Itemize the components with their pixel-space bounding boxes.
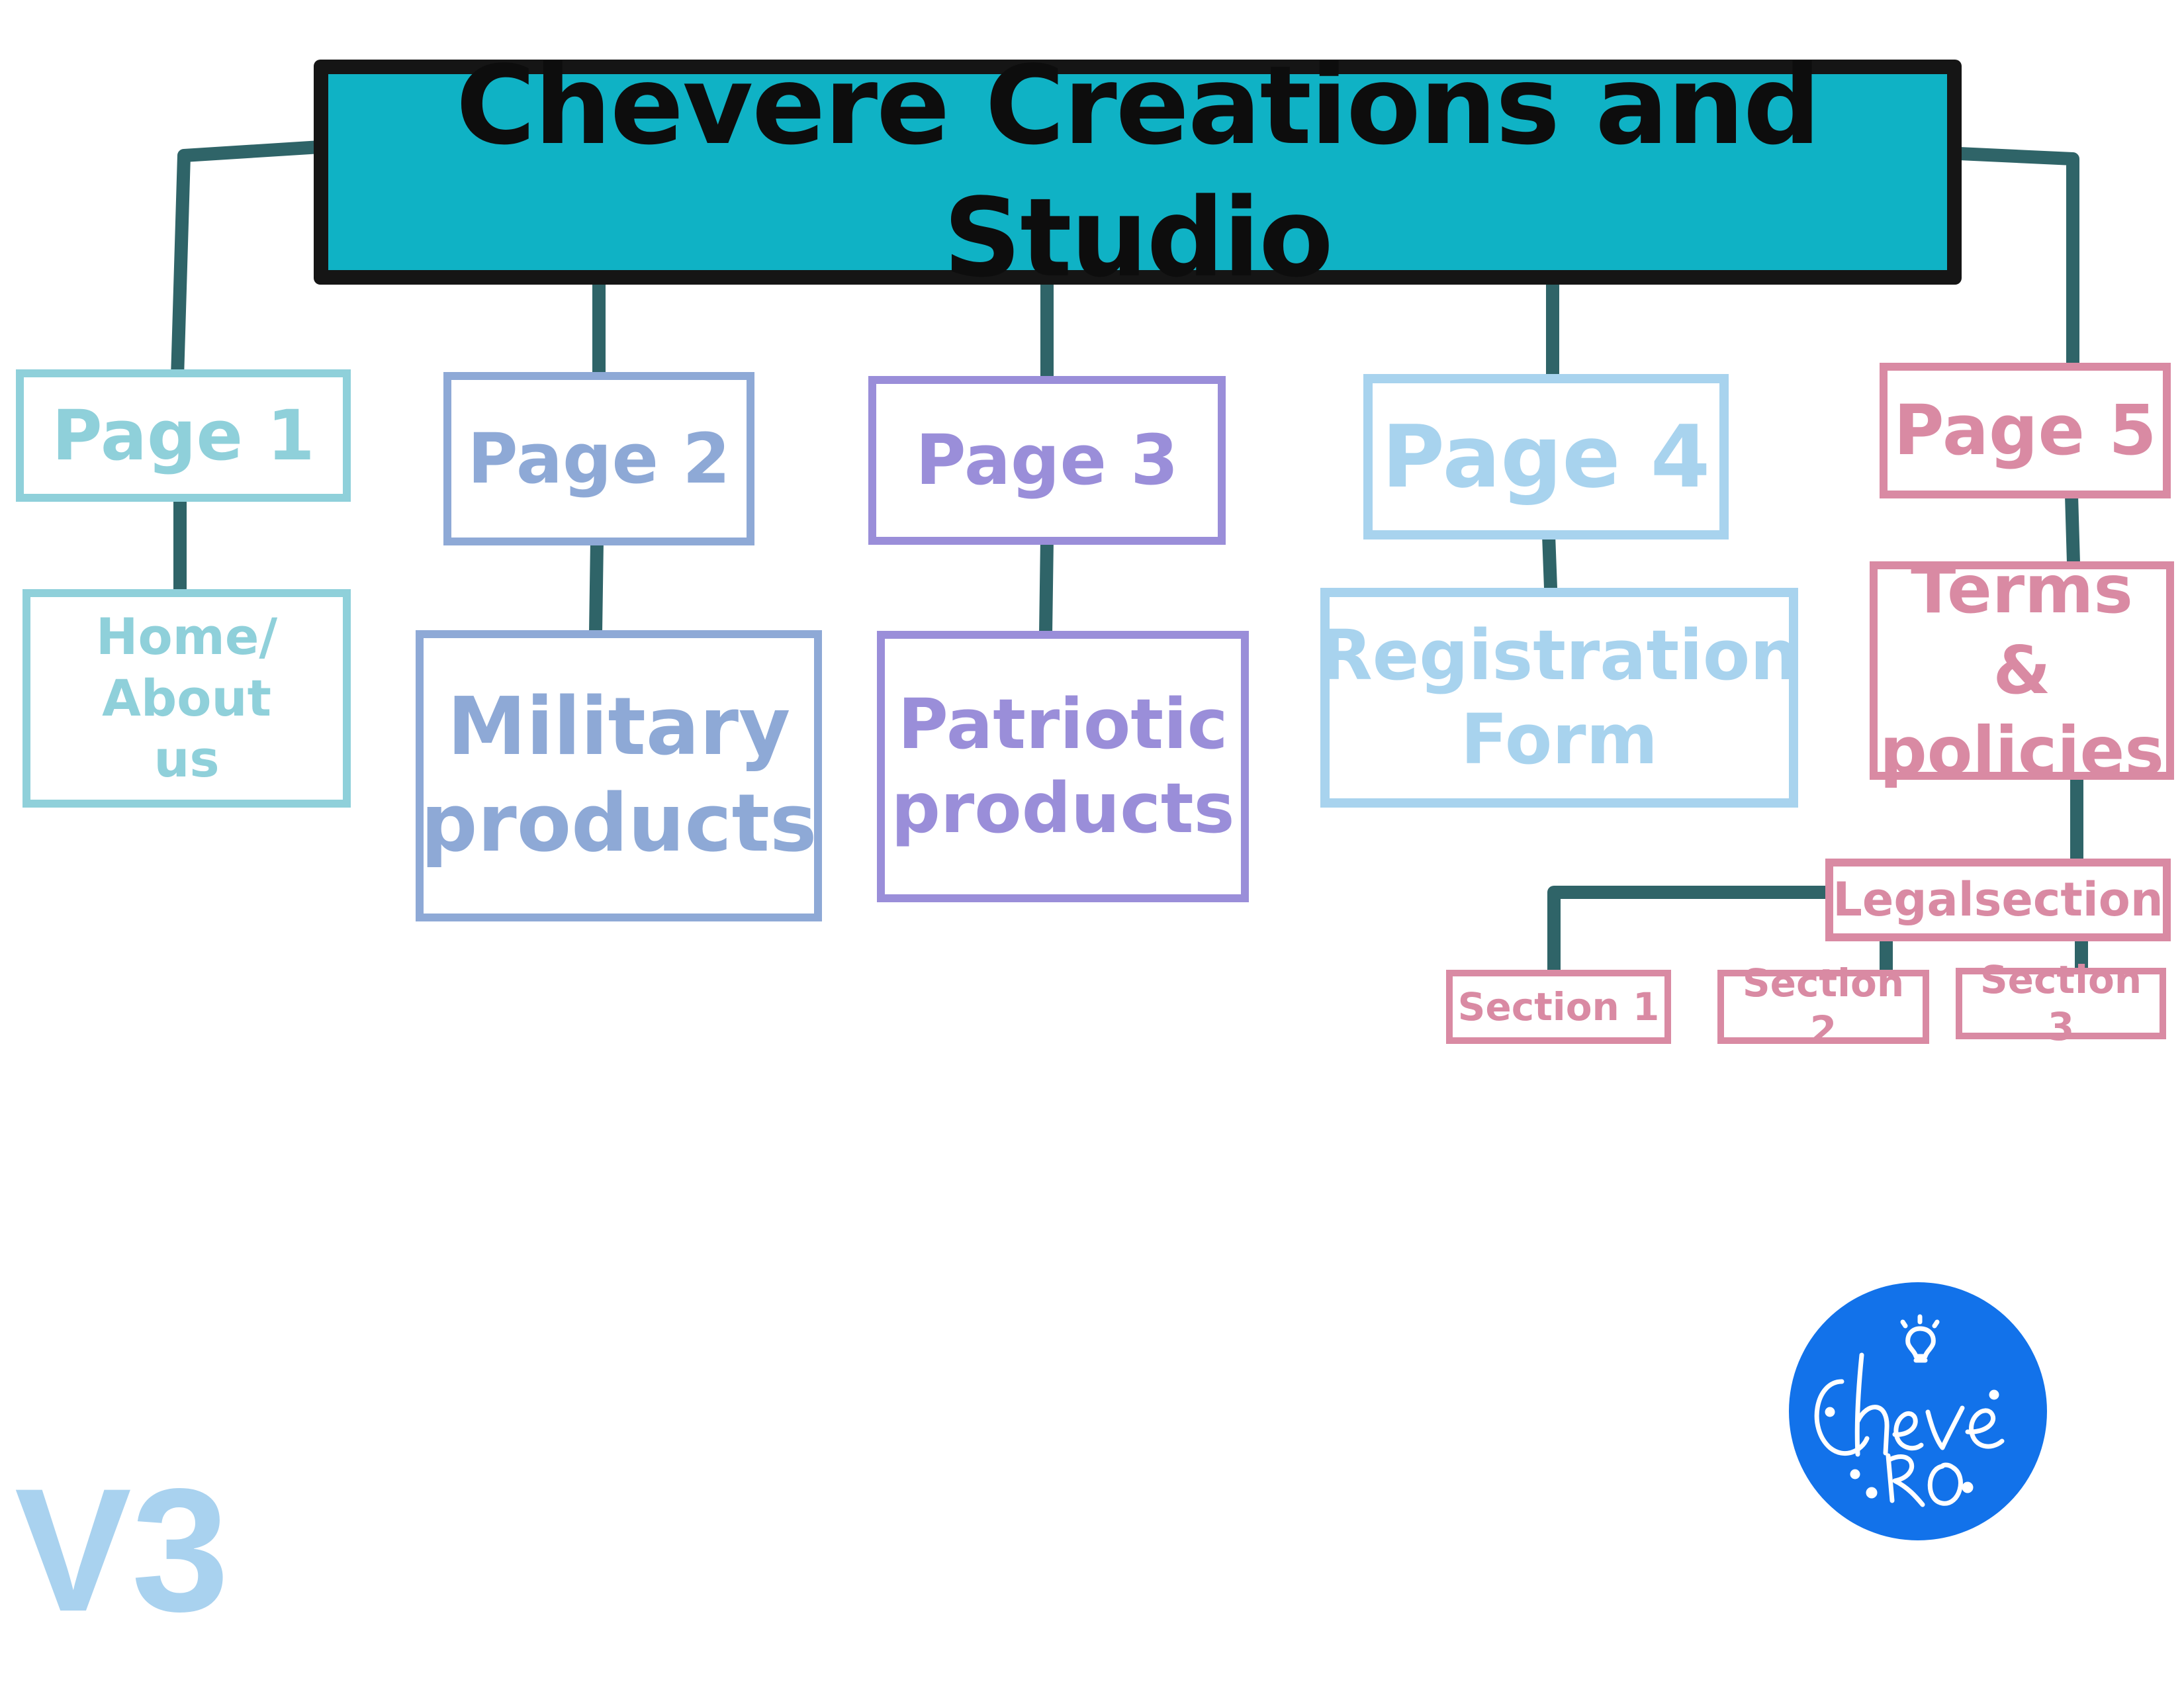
section-1-label: Section 1	[1457, 984, 1660, 1029]
connector-page4-registration	[1541, 528, 1558, 595]
chevere-logo-mark	[1814, 1314, 2005, 1507]
patriotic-products-node: Patriotic products	[877, 631, 1249, 902]
page-2-label: Page 2	[467, 418, 731, 499]
chevere-logo	[1789, 1282, 2047, 1540]
connector-title-page5	[1952, 146, 2079, 377]
page-1-label: Page 1	[52, 395, 315, 476]
section-1-node: Section 1	[1446, 970, 1671, 1044]
section-3-node: Section 3	[1956, 957, 2166, 1049]
version-label: V3	[15, 1452, 230, 1648]
page-4-label: Page 4	[1381, 406, 1711, 507]
registration-form-node: Registration Form	[1319, 588, 1799, 808]
connector-page2-military	[588, 534, 604, 639]
home-about-node: Home/ About us	[23, 589, 351, 808]
military-products-node: Military products	[416, 630, 822, 921]
connector-page3-patriotic	[1038, 532, 1054, 641]
patriotic-products-label: Patriotic products	[891, 684, 1235, 849]
connector-title-page1	[170, 140, 328, 385]
military-products-label: Military products	[420, 680, 817, 870]
page-4-node: Page 4	[1363, 374, 1729, 539]
home-about-label: Home/ About us	[95, 606, 278, 789]
legal-section-label: Legalsection	[1833, 872, 2163, 927]
page-3-label: Page 3	[915, 420, 1179, 501]
site-title-box: Chevere Creations and Studio	[314, 42, 1962, 301]
page-3-node: Page 3	[868, 376, 1226, 545]
page-5-label: Page 5	[1893, 390, 2157, 471]
section-2-label: Section 2	[1742, 961, 1905, 1053]
registration-form-label: Registration Form	[1319, 615, 1799, 780]
site-title: Chevere Creations and Studio	[455, 42, 1821, 301]
page-2-node: Page 2	[443, 372, 754, 545]
section-3-label: Section 3	[1979, 957, 2142, 1049]
terms-policies-label: Terms & policies	[1880, 551, 2164, 790]
section-2-node: Section 2	[1717, 961, 1929, 1053]
page-5-node: Page 5	[1880, 363, 2171, 498]
legal-section-node: Legalsection	[1825, 859, 2171, 941]
terms-policies-node: Terms & policies	[1870, 551, 2174, 790]
page-1-node: Page 1	[16, 369, 351, 502]
